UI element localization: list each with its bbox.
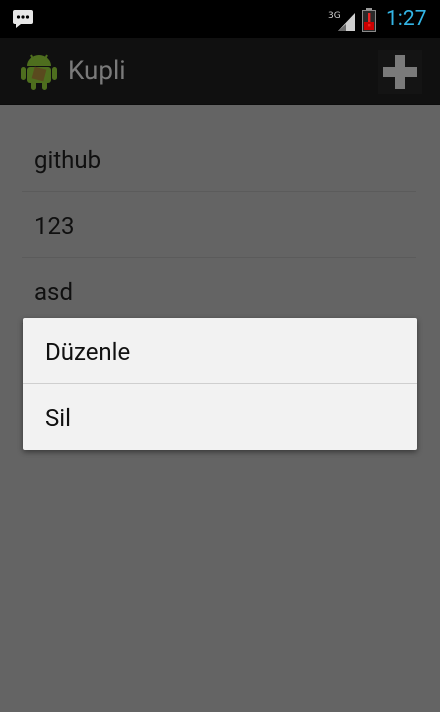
list-item-label: 123 — [34, 212, 75, 240]
list-item[interactable]: asd — [22, 258, 416, 324]
battery-low-icon — [362, 8, 376, 32]
status-bar: 3G 1:27 — [0, 0, 440, 38]
plus-icon — [383, 55, 417, 89]
status-clock: 1:27 — [386, 7, 427, 31]
android-robot-icon — [21, 54, 57, 90]
menu-item-edit[interactable]: Düzenle — [23, 318, 417, 384]
menu-item-label: Düzenle — [45, 338, 131, 366]
message-icon — [13, 10, 33, 28]
svg-text:3G: 3G — [328, 11, 341, 21]
context-menu-dialog: Düzenle Sil — [23, 318, 417, 450]
list-item-label: asd — [34, 278, 73, 306]
menu-item-label: Sil — [45, 404, 71, 432]
signal-3g-icon: 3G — [328, 11, 355, 31]
action-bar: Kupli — [0, 38, 440, 105]
list-item-label: github — [34, 146, 102, 174]
list-item[interactable]: 123 — [22, 192, 416, 258]
menu-item-delete[interactable]: Sil — [23, 384, 417, 450]
add-button[interactable] — [378, 50, 422, 94]
list-item[interactable]: github — [22, 126, 416, 192]
app-title: Kupli — [68, 56, 126, 86]
